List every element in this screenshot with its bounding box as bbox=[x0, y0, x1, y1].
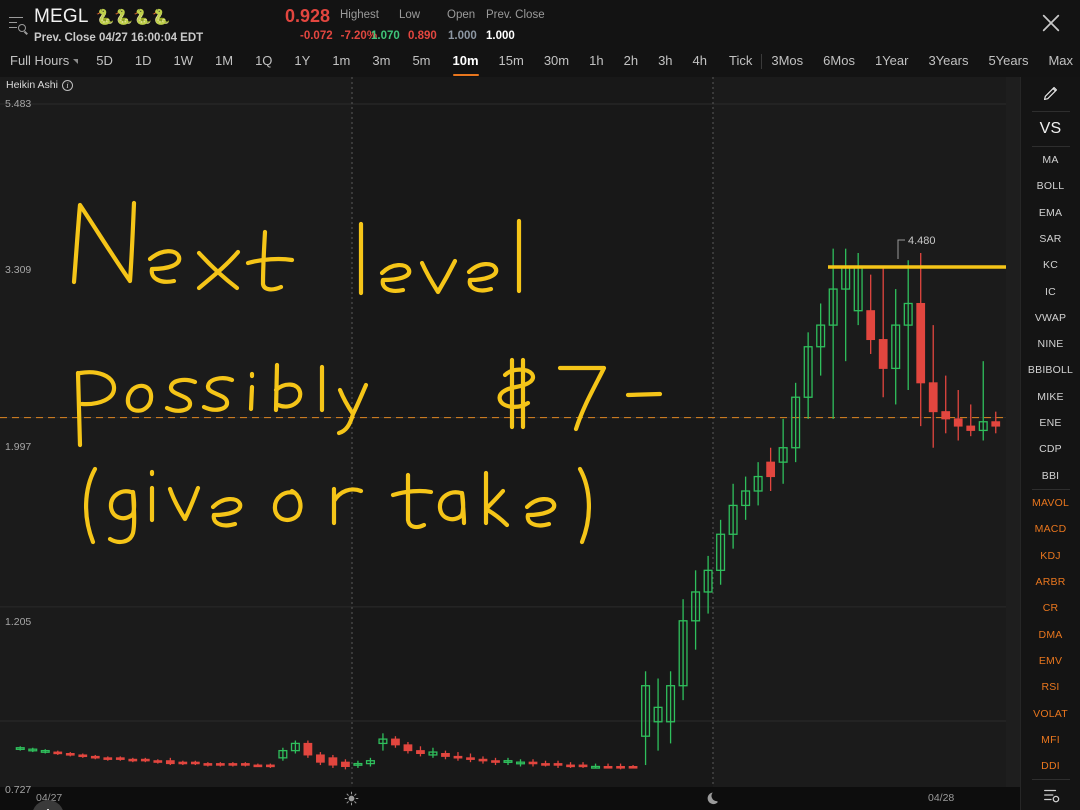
sidebar-item-mike[interactable]: MIKE bbox=[1021, 384, 1080, 410]
stat-label-open: Open bbox=[447, 9, 476, 21]
sidebar-item-kc[interactable]: KC bbox=[1021, 252, 1080, 278]
settings-sliders-icon[interactable] bbox=[1021, 780, 1080, 810]
sidebar-item-mavol[interactable]: MAVOL bbox=[1021, 490, 1080, 516]
tab-5years[interactable]: 5Years bbox=[988, 45, 1028, 77]
tab-3min[interactable]: 3m bbox=[372, 45, 390, 77]
sidebar-item-arbr[interactable]: ARBR bbox=[1021, 569, 1080, 595]
chart-area[interactable]: Heikin Ashi i 4.4800.890 5.483 3.309 1.9… bbox=[0, 77, 1020, 810]
stat-value-low: 0.890 bbox=[408, 30, 437, 42]
tab-1min[interactable]: 1m bbox=[332, 45, 350, 77]
tab-max[interactable]: Max bbox=[1048, 45, 1073, 77]
sidebar-item-bbi[interactable]: BBI bbox=[1021, 463, 1080, 489]
prev-close-timestamp: Prev. Close 04/27 16:00:04 EDT bbox=[34, 32, 204, 44]
stat-value-highest: 1.070 bbox=[371, 30, 400, 42]
chevron-down-icon bbox=[73, 59, 79, 64]
tab-1h[interactable]: 1h bbox=[589, 45, 603, 77]
stat-label-highest: Highest bbox=[340, 9, 379, 21]
sidebar-item-ene[interactable]: ENE bbox=[1021, 410, 1080, 436]
snake-emoji-icons: 🐍🐍🐍🐍 bbox=[95, 8, 171, 26]
session-label: Full Hours bbox=[10, 53, 70, 68]
toolbar-divider bbox=[761, 53, 763, 69]
time-axis: 04/27 04/28 bbox=[0, 787, 1020, 810]
sidebar-item-vwap[interactable]: VWAP bbox=[1021, 305, 1080, 331]
tab-4h[interactable]: 4h bbox=[693, 45, 707, 77]
sidebar-item-nine[interactable]: NINE bbox=[1021, 331, 1080, 357]
sidebar-item-dma[interactable]: DMA bbox=[1021, 621, 1080, 647]
stat-label-low: Low bbox=[399, 9, 421, 21]
tab-1q[interactable]: 1Q bbox=[255, 45, 272, 77]
sidebar-item-cr[interactable]: CR bbox=[1021, 595, 1080, 621]
tab-3years[interactable]: 3Years bbox=[928, 45, 968, 77]
sidebar-item-ma[interactable]: MA bbox=[1021, 147, 1080, 173]
header-bar: MEGL 🐍🐍🐍🐍 Prev. Close 04/27 16:00:04 EDT… bbox=[0, 0, 1080, 45]
tab-5d[interactable]: 5D bbox=[96, 45, 113, 77]
pencil-icon[interactable] bbox=[1021, 77, 1080, 111]
sidebar-item-bbiboll[interactable]: BBIBOLL bbox=[1021, 357, 1080, 383]
tab-1w[interactable]: 1W bbox=[174, 45, 194, 77]
indicator-sidebar: VS MA BOLL EMA SAR KC IC VWAP NINE BBIBO… bbox=[1020, 77, 1080, 810]
sidebar-item-rsi[interactable]: RSI bbox=[1021, 674, 1080, 700]
stat-label-prev-close: Prev. Close bbox=[486, 9, 545, 21]
sidebar-item-mfi[interactable]: MFI bbox=[1021, 727, 1080, 753]
stat-value-prev-close: 1.000 bbox=[486, 30, 515, 42]
ticker-symbol[interactable]: MEGL bbox=[34, 6, 89, 28]
symbol-block: MEGL 🐍🐍🐍🐍 Prev. Close 04/27 16:00:04 EDT bbox=[34, 0, 203, 46]
sidebar-item-sar[interactable]: SAR bbox=[1021, 226, 1080, 252]
tab-1y[interactable]: 1Y bbox=[294, 45, 310, 77]
sidebar-item-macd[interactable]: MACD bbox=[1021, 516, 1080, 542]
sidebar-item-volat[interactable]: VOLAT bbox=[1021, 700, 1080, 726]
chart-style-text: Heikin Ashi bbox=[6, 79, 58, 91]
info-icon[interactable]: i bbox=[61, 79, 73, 91]
sidebar-item-cdp[interactable]: CDP bbox=[1021, 436, 1080, 462]
sidebar-item-ema[interactable]: EMA bbox=[1021, 199, 1080, 225]
tab-3h[interactable]: 3h bbox=[658, 45, 672, 77]
sidebar-item-emv[interactable]: EMV bbox=[1021, 648, 1080, 674]
sidebar-item-ic[interactable]: IC bbox=[1021, 278, 1080, 304]
tab-1m-month[interactable]: 1M bbox=[215, 45, 233, 77]
tab-5min[interactable]: 5m bbox=[412, 45, 430, 77]
sidebar-item-ddi[interactable]: DDI bbox=[1021, 753, 1080, 779]
tab-1d[interactable]: 1D bbox=[135, 45, 152, 77]
session-selector[interactable]: Full Hours bbox=[0, 45, 80, 77]
candlestick-plot: 4.4800.890 bbox=[0, 77, 1020, 787]
tab-10min[interactable]: 10m bbox=[453, 45, 479, 77]
sidebar-item-boll[interactable]: BOLL bbox=[1021, 173, 1080, 199]
tab-1year[interactable]: 1Year bbox=[875, 45, 909, 77]
stat-value-open: 1.000 bbox=[448, 30, 477, 42]
sidebar-item-vs[interactable]: VS bbox=[1021, 112, 1080, 146]
search-list-icon[interactable] bbox=[0, 0, 34, 45]
last-price: 0.928 bbox=[284, 6, 330, 26]
x-axis-label-1: 04/28 bbox=[928, 792, 955, 804]
tab-6mos[interactable]: 6Mos bbox=[823, 45, 855, 77]
tab-15min[interactable]: 15m bbox=[499, 45, 524, 77]
tab-3mos[interactable]: 3Mos bbox=[771, 45, 803, 77]
tab-30min[interactable]: 30m bbox=[544, 45, 569, 77]
tab-2h[interactable]: 2h bbox=[624, 45, 638, 77]
tab-tick[interactable]: Tick bbox=[729, 45, 752, 77]
sidebar-item-kdj[interactable]: KDJ bbox=[1021, 542, 1080, 568]
price-marker-high: 4.480 bbox=[908, 235, 936, 247]
last-price-block: 0.928 bbox=[255, 4, 330, 28]
sun-icon bbox=[344, 791, 359, 810]
chart-app: MEGL 🐍🐍🐍🐍 Prev. Close 04/27 16:00:04 EDT… bbox=[0, 0, 1080, 810]
close-icon[interactable] bbox=[1036, 8, 1066, 38]
change-absolute: -0.072 bbox=[300, 30, 333, 42]
chart-style-label: Heikin Ashi i bbox=[6, 79, 73, 91]
moon-icon bbox=[706, 791, 721, 810]
timeframe-bar: Full Hours 5D 1D 1W 1M 1Q 1Y 1m 3m 5m 10… bbox=[0, 45, 1080, 77]
change-row: -0.072 -7.20% bbox=[300, 30, 377, 42]
